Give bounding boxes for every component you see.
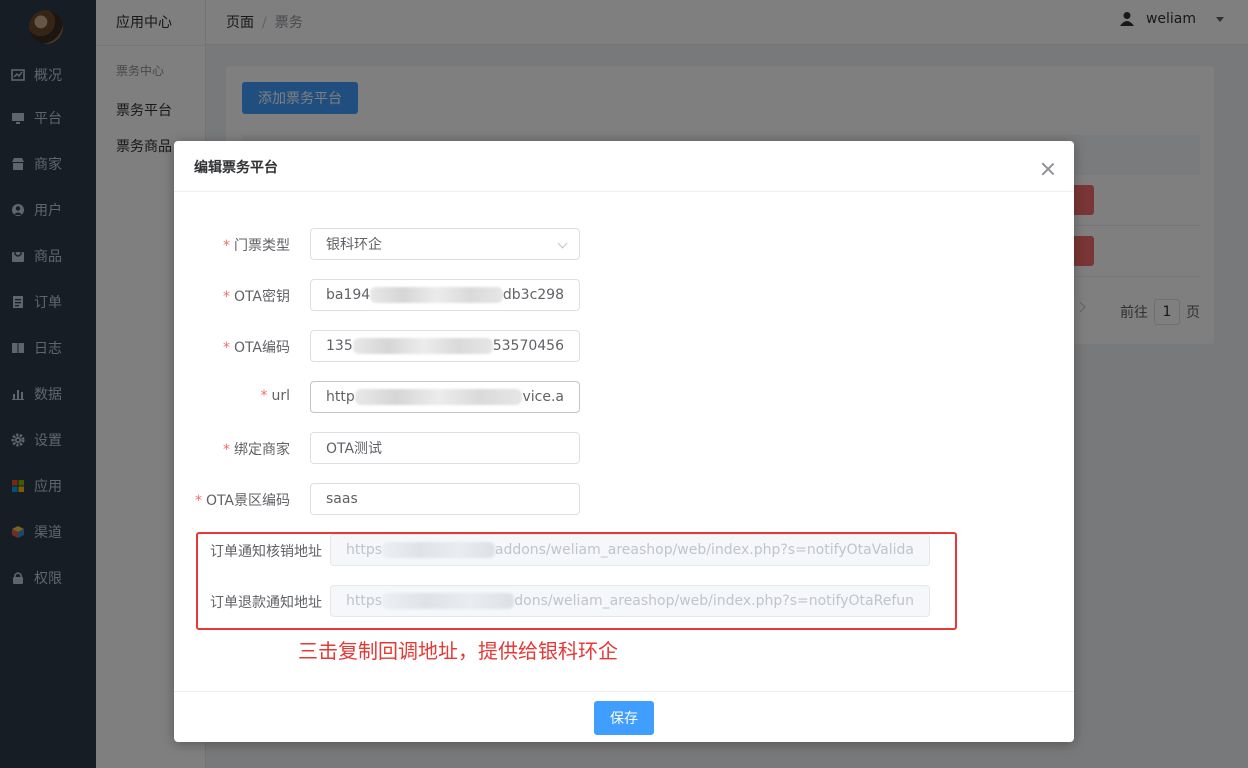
input-value-end: db3c298 (502, 287, 564, 303)
refund-notify-url-field[interactable]: https dons/weliam_areashop/web/index.php?… (330, 585, 930, 617)
form-row-scenic-code: * OTA景区编码 saas (174, 483, 1074, 515)
input-value-start: https (346, 542, 383, 558)
field-label: * OTA编码 (222, 340, 290, 356)
field-label: 订单通知核销地址 (210, 544, 322, 560)
bind-merchant-input[interactable]: OTA测试 (310, 432, 580, 464)
save-button[interactable]: 保存 (594, 701, 654, 735)
input-value-end: 53570456 (492, 338, 564, 354)
redacted-blur (352, 338, 493, 354)
input-value-start: https (346, 593, 383, 609)
edit-ticket-platform-dialog: 编辑票务平台 * 门票类型 银科环企 * OTA密钥 ba194 db3c298 * O… (174, 141, 1074, 742)
ticket-type-select[interactable]: 银科环企 (310, 228, 580, 260)
input-value-start: 135 (326, 338, 353, 354)
form-row-bind-merchant: * 绑定商家 OTA测试 (174, 432, 1074, 464)
input-value-end: vice.a (522, 389, 564, 405)
field-label: * 门票类型 (223, 238, 290, 254)
input-value-end: dons/weliam_areashop/web/index.php?s=not… (514, 593, 914, 609)
redacted-blur (370, 287, 503, 303)
form-row-ota-code: * OTA编码 135 53570456 (174, 330, 1074, 362)
input-value-start: ba194 (326, 287, 371, 303)
input-value: saas (326, 491, 358, 507)
url-input[interactable]: http vice.a (310, 381, 580, 413)
field-label: 订单退款通知地址 (210, 595, 322, 611)
form-row-ota-key: * OTA密钥 ba194 db3c298 (174, 279, 1074, 311)
redacted-blur (382, 593, 515, 609)
dialog-title: 编辑票务平台 (194, 160, 278, 176)
verify-notify-url-field[interactable]: https addons/weliam_areashop/web/index.ph… (330, 534, 930, 566)
select-value: 银科环企 (326, 237, 382, 253)
redacted-blur (354, 389, 523, 405)
redacted-blur (382, 542, 495, 558)
divider (174, 691, 1074, 692)
field-label: * 绑定商家 (223, 442, 290, 458)
ota-code-input[interactable]: 135 53570456 (310, 330, 580, 362)
form-row-ticket-type: * 门票类型 银科环企 (174, 228, 1074, 260)
annotation-note: 三击复制回调地址，提供给银科环企 (298, 639, 618, 663)
chevron-down-icon (557, 238, 568, 249)
field-label: * OTA景区编码 (194, 493, 290, 509)
input-value-end: addons/weliam_areashop/web/index.php?s=n… (494, 542, 914, 558)
field-label: * url (260, 388, 290, 404)
field-label: * OTA密钥 (222, 289, 290, 305)
scenic-code-input[interactable]: saas (310, 483, 580, 515)
form-row-refund-notify-url: 订单退款通知地址 https dons/weliam_areashop/web/i… (174, 585, 1074, 617)
close-icon[interactable] (1042, 163, 1054, 175)
form-row-verify-notify-url: 订单通知核销地址 https addons/weliam_areashop/web… (174, 534, 1074, 566)
input-value: OTA测试 (326, 441, 383, 457)
divider (174, 191, 1074, 192)
ota-key-input[interactable]: ba194 db3c298 (310, 279, 580, 311)
input-value-start: http (326, 389, 355, 405)
form-row-url: * url http vice.a (174, 381, 1074, 413)
